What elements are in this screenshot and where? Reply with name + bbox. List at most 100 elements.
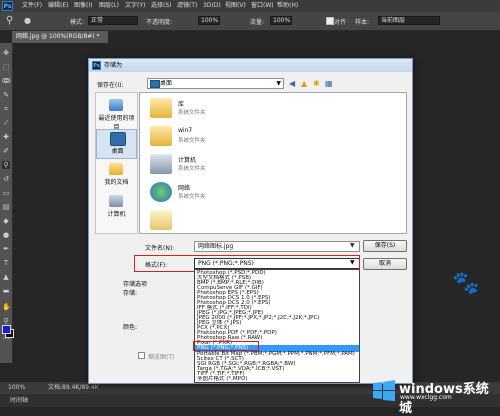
menu-window[interactable]: 窗口(W) — [251, 1, 274, 11]
brush-tool-icon[interactable]: ✐ — [2, 147, 10, 155]
photoshop-logo-icon: Ps — [2, 1, 13, 11]
format-option[interactable]: 多图片格式 (*.MPO) — [195, 376, 359, 382]
flow-field[interactable]: 100% — [270, 16, 292, 25]
marquee-tool-icon[interactable]: ⬚ — [2, 63, 10, 71]
menu-type[interactable]: 文字(Y) — [125, 1, 145, 11]
desktop-icon — [110, 132, 126, 146]
list-item[interactable]: 计算机 系统文件夹 — [144, 151, 314, 179]
up-folder-icon[interactable]: ▲ — [301, 79, 307, 88]
clone-stamp-icon[interactable]: ⚲ — [6, 15, 13, 26]
quick-select-tool-icon[interactable]: ✎ — [2, 91, 10, 99]
clone-stamp-tool-icon[interactable]: ⚲ — [2, 161, 10, 169]
menu-filter[interactable]: 滤镜(T) — [177, 1, 197, 11]
filename-dropdown-icon[interactable]: ▼ — [350, 242, 355, 249]
save-button[interactable]: 保存(S) — [363, 240, 407, 252]
move-tool-icon[interactable]: ✥ — [2, 49, 10, 57]
computer-icon — [150, 154, 172, 174]
mode-label: 模式: — [70, 19, 85, 26]
filename-input[interactable]: 网络图标.jpg — [194, 241, 360, 252]
place-computer-label: 计算机 — [107, 211, 126, 218]
computer-icon — [109, 195, 123, 207]
foreground-color-swatch[interactable] — [2, 325, 11, 334]
menu-select[interactable]: 选择(S) — [151, 1, 172, 11]
sample-label: 样本: — [355, 19, 370, 26]
dodge-tool-icon[interactable]: ● — [2, 231, 10, 239]
save-as-dialog: Ps 存储为 保存在(I): 桌面 ▼ ◀ ▲ ✱ ▦ 最近使用的项目 桌面 我… — [88, 58, 413, 384]
zoom-level: 100% — [8, 384, 26, 391]
opacity-label: 不透明度: — [146, 19, 173, 26]
list-item[interactable]: 库 系统文件夹 — [144, 95, 314, 123]
menu-3d[interactable]: 3D(D) — [203, 1, 221, 11]
gradient-tool-icon[interactable]: ▤ — [2, 203, 10, 211]
format-dropdown-list: Photoshop (*.PSD;*.PDD) 大型文档格式 (*.PSB) B… — [194, 269, 360, 383]
back-icon[interactable]: ◀ — [289, 79, 295, 88]
place-documents[interactable]: 我的文档 — [96, 161, 137, 191]
filename-label: 文件名(N): — [145, 245, 175, 252]
type-tool-icon[interactable]: T — [2, 259, 10, 267]
zoom-tool-icon[interactable]: ⚲ — [2, 317, 10, 325]
menu-edit[interactable]: 编辑(E) — [48, 1, 68, 11]
thumbnail-checkbox[interactable] — [138, 352, 145, 359]
place-computer[interactable]: 计算机 — [96, 193, 137, 223]
history-brush-tool-icon[interactable]: ↺ — [2, 175, 10, 183]
brush-preset-icon[interactable]: ● — [24, 16, 31, 25]
eyedropper-tool-icon[interactable]: ⁄ — [2, 119, 10, 127]
path-select-tool-icon[interactable]: ▲ — [2, 273, 10, 281]
file-type: 系统文件夹 — [178, 110, 206, 116]
dialog-title: 存储为 — [104, 62, 123, 69]
cancel-button[interactable]: 取消 — [363, 258, 407, 270]
documents-folder-icon — [109, 163, 123, 175]
list-item[interactable]: 网络 系统文件夹 — [144, 179, 314, 207]
timeline-tab[interactable]: 时间轴 — [10, 394, 28, 407]
folder-icon — [150, 210, 172, 230]
hand-tool-icon[interactable]: ✋ — [2, 303, 11, 311]
menu-file[interactable]: 文件(F) — [22, 1, 42, 11]
document-tab[interactable]: 网络.jpg @ 100%(RGB/8#) * — [12, 31, 108, 43]
save-options-label: 存储选项 — [123, 281, 148, 288]
file-type: 系统文件夹 — [178, 166, 206, 172]
file-name: 计算机 — [178, 157, 197, 164]
places-bar: 最近使用的项目 桌面 我的文档 计算机 — [95, 92, 138, 234]
eraser-tool-icon[interactable]: ▭ — [2, 189, 10, 197]
lasso-tool-icon[interactable]: ↂ — [2, 77, 11, 85]
view-menu-icon[interactable]: ▦ — [325, 79, 333, 88]
list-item[interactable] — [144, 207, 314, 235]
menu-image[interactable]: 图像(I) — [74, 1, 92, 11]
windows-logo-icon — [373, 380, 395, 401]
store-label: 存储: — [123, 290, 138, 297]
location-value: 桌面 — [160, 80, 173, 87]
user-folder-icon — [150, 126, 172, 146]
blur-tool-icon[interactable]: ◆ — [2, 217, 10, 225]
opacity-field[interactable]: 100% — [198, 16, 220, 25]
menu-view[interactable]: 视图(V) — [225, 1, 246, 11]
list-item[interactable]: win7 系统文件夹 — [144, 123, 314, 151]
paw-watermark-icon: 🐾 — [452, 271, 480, 296]
location-combo[interactable]: 桌面 ▼ — [147, 78, 284, 89]
place-recent[interactable]: 最近使用的项目 — [96, 97, 137, 131]
pen-tool-icon[interactable]: ✒ — [2, 245, 10, 253]
recent-items-icon — [109, 99, 123, 111]
sample-select[interactable]: 当前图层 — [378, 16, 440, 25]
place-desktop[interactable]: 桌面 — [96, 129, 137, 159]
thumbnail-label: 缩览图(T) — [148, 354, 175, 361]
shape-tool-icon[interactable]: ▬ — [2, 287, 10, 295]
healing-tool-icon[interactable]: ✚ — [2, 133, 10, 141]
menu-help[interactable]: 帮助(H) — [277, 1, 298, 11]
desktop-folder-icon — [150, 80, 160, 88]
file-name: 库 — [178, 101, 185, 108]
flow-label: 流量: — [250, 19, 265, 26]
file-name: win7 — [178, 127, 193, 134]
new-folder-icon[interactable]: ✱ — [313, 79, 320, 88]
dialog-titlebar[interactable]: Ps 存储为 — [89, 59, 412, 72]
crop-tool-icon[interactable]: ⌗ — [2, 105, 10, 113]
menu-layer[interactable]: 图层(L) — [99, 1, 119, 11]
photoshop-small-icon: Ps — [92, 61, 101, 70]
align-checkbox[interactable] — [326, 17, 334, 25]
chevron-down-icon: ▼ — [276, 80, 281, 87]
tools-panel: ✥ ⬚ ↂ ✎ ⌗ ⁄ ✚ ✐ ⚲ ↺ ▭ ▤ ◆ ● ✒ T ▲ ▬ ✋ ⚲ … — [0, 43, 13, 363]
site-watermark: windows系统城 www.wxclgg.com — [372, 378, 498, 416]
place-desktop-label: 桌面 — [111, 148, 124, 155]
network-globe-icon — [150, 182, 172, 202]
mode-select[interactable]: 正常 — [88, 16, 138, 25]
menu-bar: Ps 文件(F) 编辑(E) 图像(I) 图层(L) 文字(Y) 选择(S) 滤… — [0, 0, 500, 12]
